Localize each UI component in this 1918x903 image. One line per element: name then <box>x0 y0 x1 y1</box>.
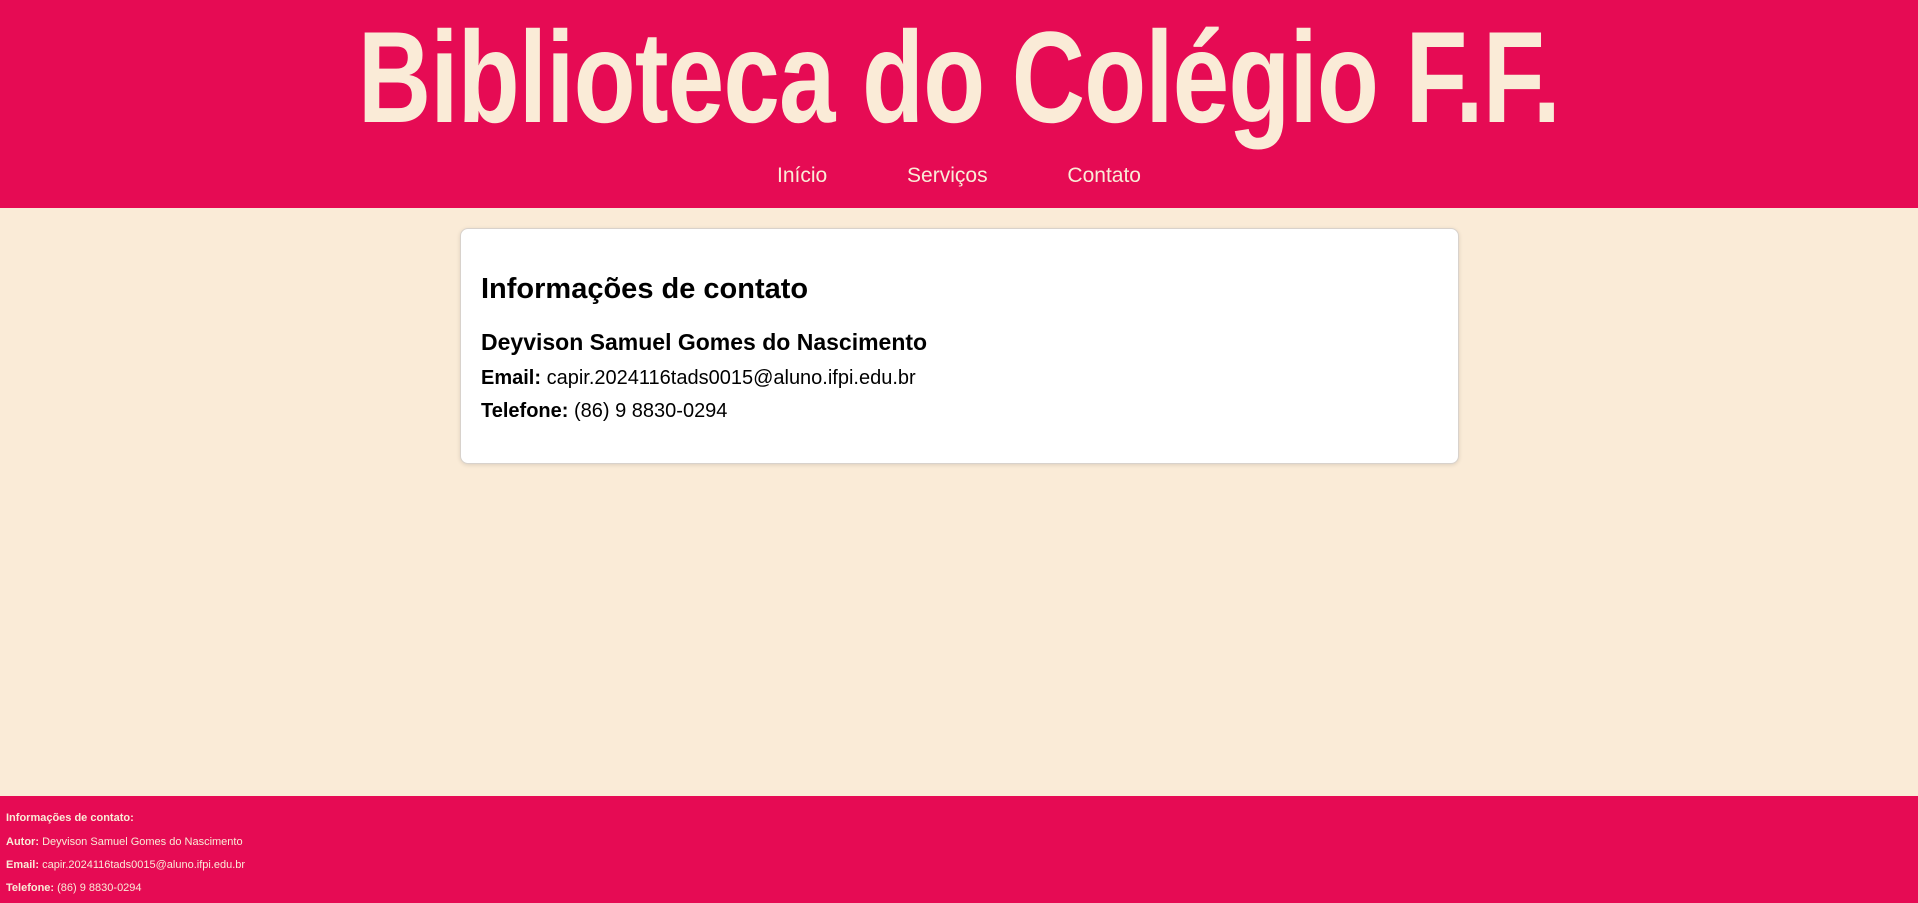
phone-value: (86) 9 8830-0294 <box>573 400 728 422</box>
footer-author-value: Deyvison Samuel Gomes do Nascimento <box>42 836 243 848</box>
footer-phone-label: Telefone: <box>6 882 55 894</box>
footer-phone-line: Telefone: (86) 9 8830-0294 <box>6 881 142 895</box>
contact-card: Informações de contato Deyvison Samuel G… <box>460 228 1459 464</box>
nav-link-contato[interactable]: Contato <box>1067 160 1141 192</box>
footer-email-line: Email: capir.2024116tads0015@aluno.ifpi.… <box>6 858 245 872</box>
site-footer: Informações de contato: Autor: Deyvison … <box>0 796 1918 903</box>
footer-author-line: Autor: Deyvison Samuel Gomes do Nascimen… <box>6 835 243 849</box>
author-name: Deyvison Samuel Gomes do Nascimento <box>481 329 928 355</box>
contact-card-title: Informações de contato <box>481 273 809 305</box>
email-label: Email: <box>481 367 542 389</box>
nav-link-servicos[interactable]: Serviços <box>907 160 988 192</box>
email-value: capir.2024116tads0015@aluno.ifpi.edu.br <box>546 367 916 389</box>
footer-author-label: Autor: <box>6 836 39 848</box>
site-title: Biblioteca do Colégio F.F. <box>357 4 1561 150</box>
footer-email-label: Email: <box>6 859 40 871</box>
phone-line: Telefone: (86) 9 8830-0294 <box>481 398 727 424</box>
footer-phone-value: (86) 9 8830-0294 <box>57 882 142 894</box>
site-header: Biblioteca do Colégio F.F. Início Serviç… <box>0 0 1918 208</box>
nav-link-inicio[interactable]: Início <box>777 160 827 192</box>
footer-email-value: capir.2024116tads0015@aluno.ifpi.edu.br <box>42 859 246 871</box>
email-line: Email: capir.2024116tads0015@aluno.ifpi.… <box>481 365 916 391</box>
footer-heading: Informações de contato: <box>6 812 134 824</box>
phone-label: Telefone: <box>481 400 569 422</box>
main-nav: Início Serviços Contato <box>0 160 1918 192</box>
